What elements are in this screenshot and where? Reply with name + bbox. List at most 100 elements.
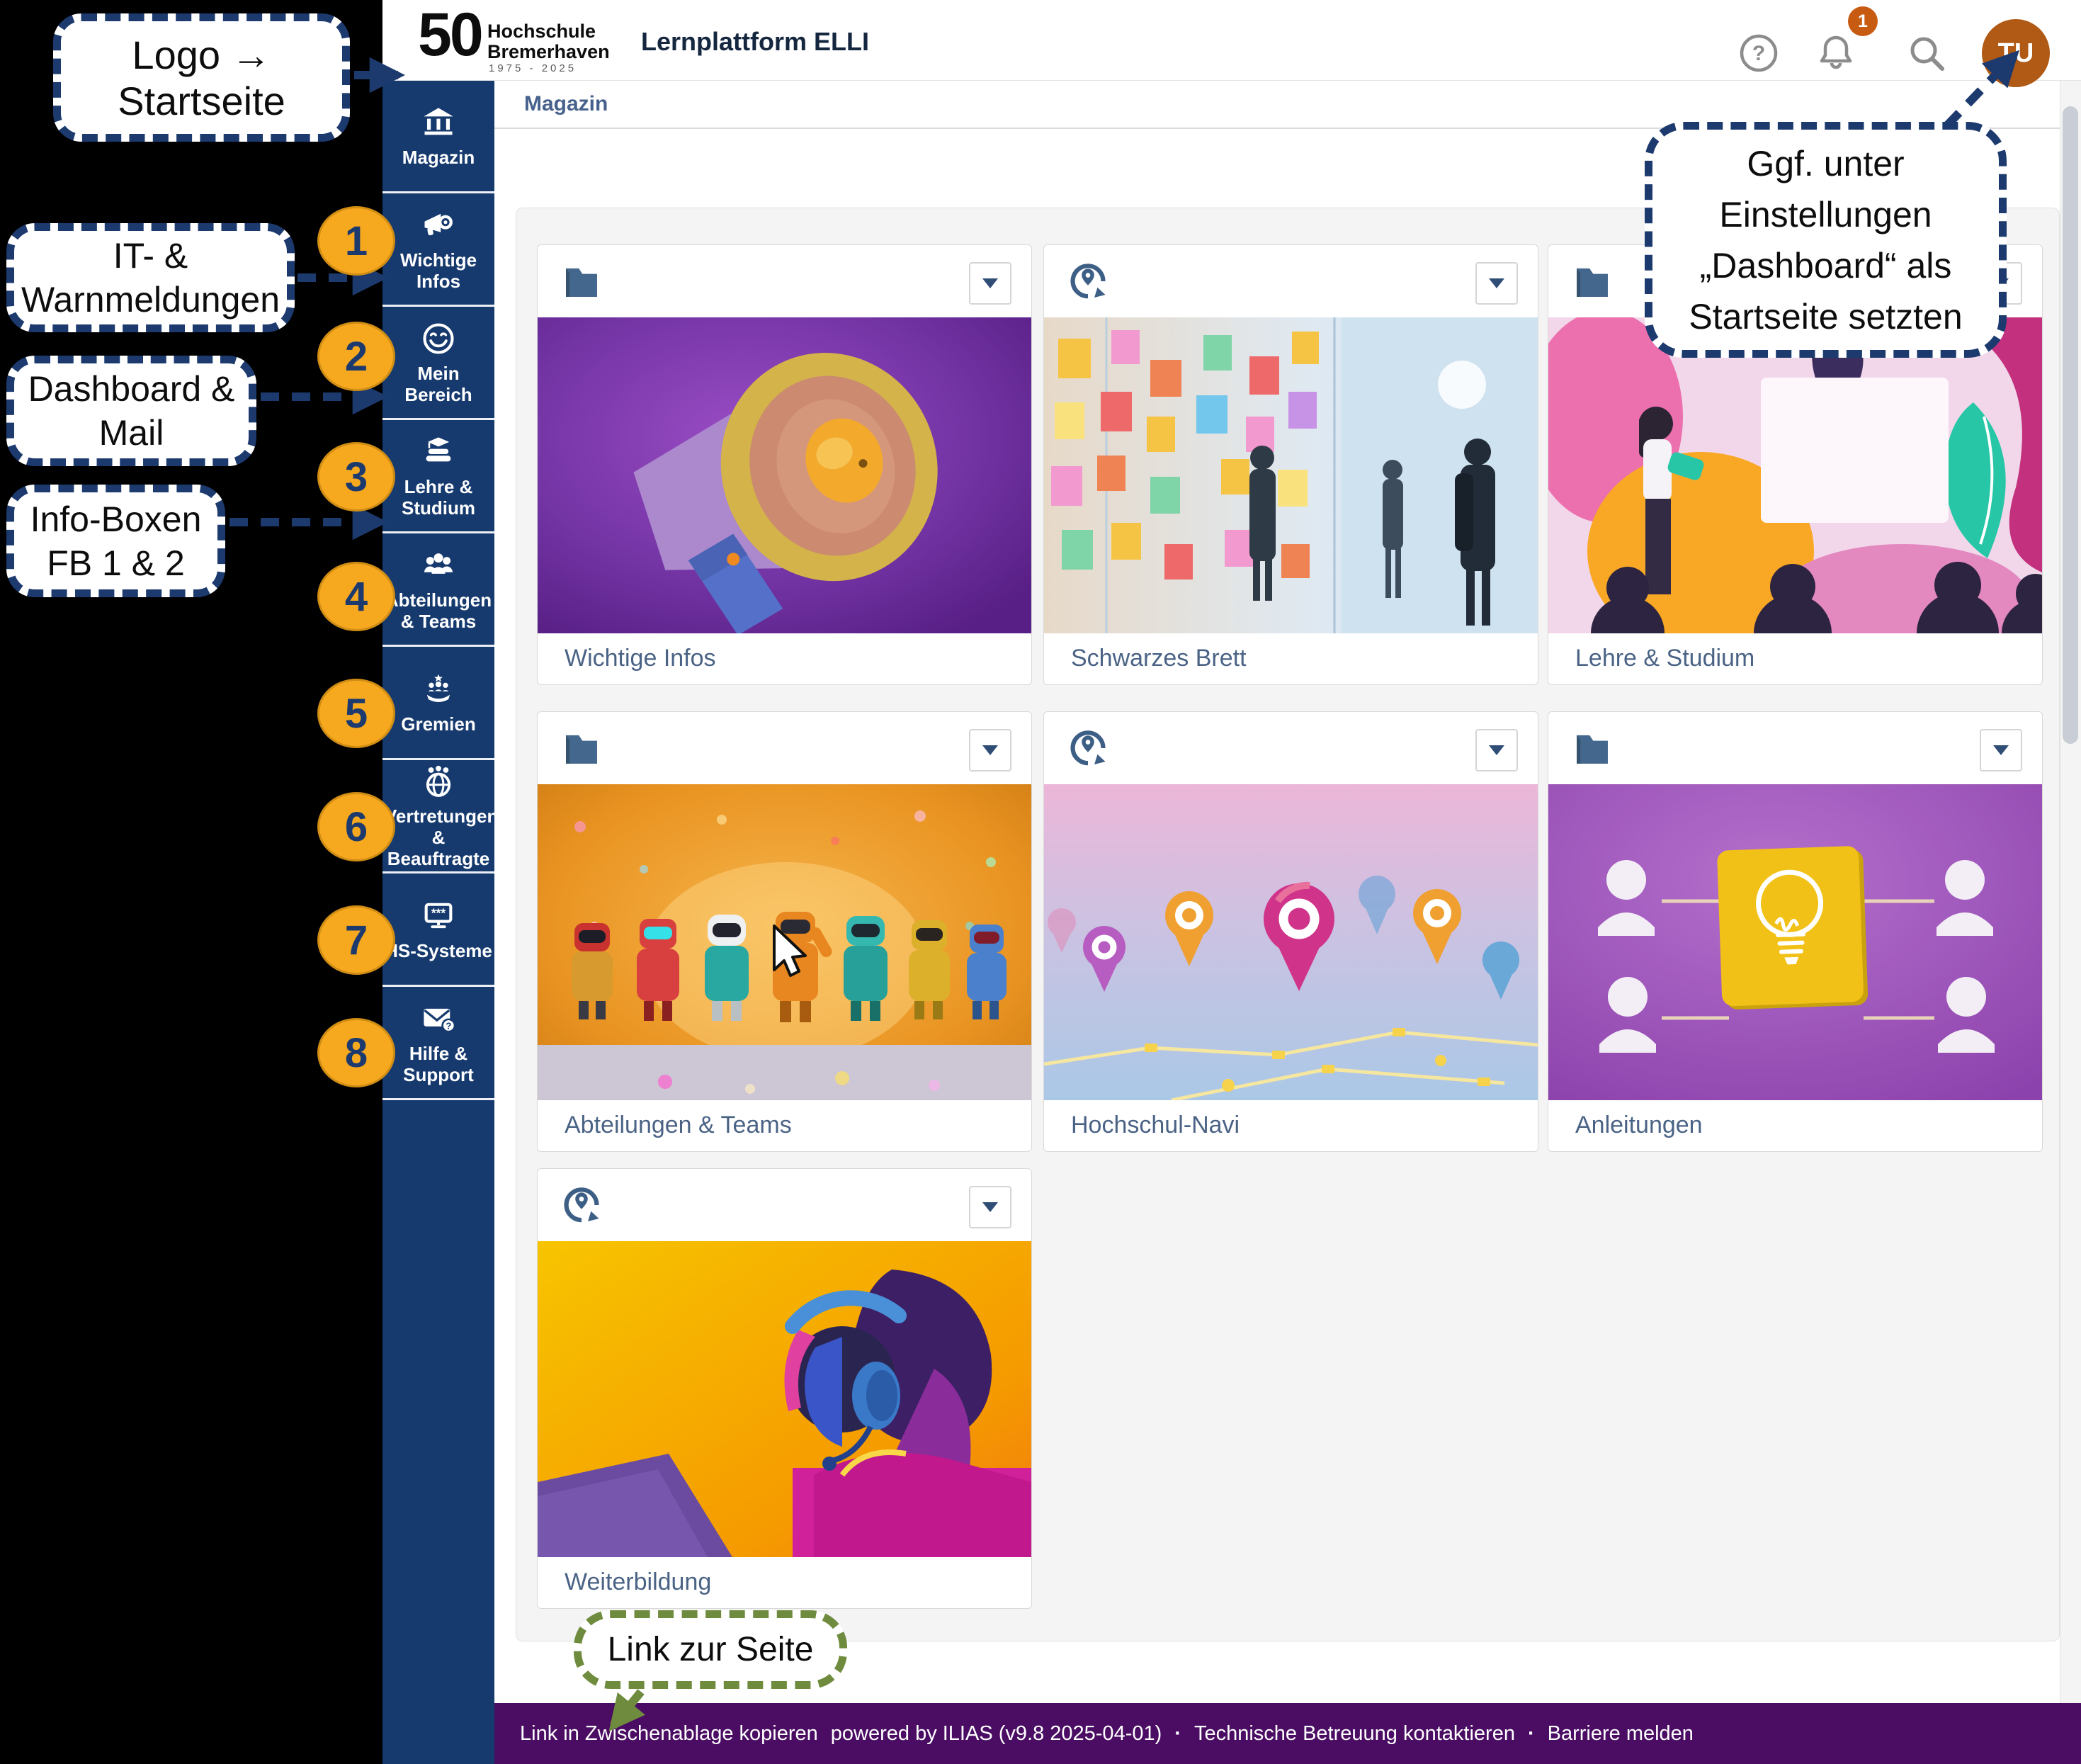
sidebar-item-lehre-studium[interactable]: Lehre & Studium (382, 420, 494, 533)
sidebar-item-label: Vertretungen & Beauftragte (385, 805, 492, 869)
annotation-number-8: 8 (317, 1018, 395, 1087)
card-abteilungen-teams: Abteilungen & Teams (537, 711, 1032, 1152)
card-image-megaphone[interactable] (538, 317, 1031, 633)
page-title: Lernplattform ELLI (641, 27, 869, 57)
chevron-down-icon (982, 278, 998, 288)
sidebar-item-label: Abteilungen & Teams (385, 589, 492, 632)
megaphone-icon (420, 207, 457, 244)
sidebar-item-wichtige-infos[interactable]: Wichtige Infos (382, 193, 494, 307)
card-actions-dropdown[interactable] (1475, 262, 1518, 305)
annotation-number-2: 2 (317, 322, 395, 391)
tutorial-screenshot: 50 Hochschule Bremerhaven 1975 - 2025 Le… (0, 0, 2081, 1764)
annotation-number-5: 5 (317, 679, 395, 748)
card-weiterbildung: Weiterbildung (537, 1168, 1032, 1609)
link-icon (1065, 726, 1111, 770)
svg-text:***: *** (431, 905, 446, 920)
bank-icon (420, 104, 457, 141)
card-title-link[interactable]: Schwarzes Brett (1071, 645, 1247, 672)
footer-link-barrier[interactable]: Barriere melden (1548, 1722, 1694, 1746)
footer-link-copy[interactable]: Link in Zwischenablage kopieren (520, 1722, 818, 1746)
footer-link-ilias[interactable]: powered by ILIAS (v9.8 2025-04-01) (831, 1722, 1162, 1746)
card-actions-dropdown[interactable] (969, 729, 1011, 771)
link-icon (1065, 259, 1111, 303)
card-wichtige-infos: Wichtige Infos (537, 244, 1032, 685)
card-anleitungen: Anleitungen (1548, 711, 2043, 1152)
folder-icon (1570, 259, 1615, 303)
card-actions-dropdown[interactable] (1980, 729, 2022, 771)
sidebar-item-label: Lehre & Studium (385, 476, 492, 519)
card-image-lightbulb[interactable] (1548, 784, 2042, 1100)
logo-years: 1975 - 2025 (489, 62, 577, 74)
card-title-link[interactable]: Weiterbildung (565, 1568, 711, 1596)
books-icon (420, 434, 457, 470)
card-actions-dropdown[interactable] (1475, 729, 1518, 771)
card-actions-dropdown[interactable] (969, 262, 1011, 305)
avatar[interactable]: TU (1982, 19, 2050, 87)
svg-text:?: ? (446, 1020, 451, 1031)
card-title-link[interactable]: Wichtige Infos (565, 645, 716, 672)
annotation-number-3: 3 (317, 442, 395, 511)
annotation-callout-settings: Ggf. unter Einstellungen „Dashboard“ als… (1645, 122, 2007, 358)
chevron-down-icon (982, 1202, 998, 1212)
annotation-callout-it-warnmeldungen: IT- & Warnmeldungen (6, 223, 295, 332)
card-title-link[interactable]: Hochschul-Navi (1071, 1112, 1240, 1139)
logo-50: 50 (418, 4, 482, 65)
sidebar-item-gremien[interactable]: Gremien (382, 647, 494, 760)
sidebar-item-magazin[interactable]: Magazin (382, 80, 494, 193)
folder-icon (559, 726, 604, 770)
logo-name-line1: Hochschule (487, 21, 610, 42)
app-header: 50 Hochschule Bremerhaven 1975 - 2025 Le… (382, 0, 2081, 81)
sidebar-item-label: Hilfe & Support (385, 1043, 492, 1085)
annotation-number-7: 7 (317, 905, 395, 975)
footer: Link in Zwischenablage kopieren powered … (494, 1703, 2081, 1764)
svg-text:?: ? (1752, 42, 1765, 65)
sidebar-item-label: Gremien (385, 713, 492, 735)
monitor-icon: *** (420, 898, 457, 934)
card-hochschul-navi: Hochschul-Navi (1043, 711, 1538, 1152)
folder-icon (559, 259, 604, 303)
card-image-presentation[interactable] (1548, 317, 2042, 633)
sidebar-item-abteilungen-teams[interactable]: Abteilungen & Teams (382, 533, 494, 647)
footer-separator: · (1528, 1722, 1535, 1746)
scrollbar-thumb[interactable] (2063, 106, 2078, 744)
notification-badge: 1 (1848, 6, 1878, 36)
logo-name-line2: Bremerhaven (487, 42, 610, 62)
search-icon[interactable] (1907, 33, 1946, 73)
card-image-robots[interactable] (538, 784, 1031, 1100)
sidebar-item-label: Wichtige Infos (385, 249, 492, 292)
card-schwarzes-brett: Schwarzes Brett (1043, 244, 1538, 685)
annotation-number-1: 1 (317, 206, 395, 276)
mail-question-icon: ? (420, 1000, 457, 1037)
card-actions-dropdown[interactable] (969, 1186, 1011, 1228)
link-icon (559, 1183, 604, 1227)
card-image-headset[interactable] (538, 1241, 1031, 1557)
card-title-link[interactable]: Abteilungen & Teams (565, 1112, 792, 1139)
annotation-number-4: 4 (317, 562, 395, 631)
annotation-callout-link-zur-seite: Link zur Seite (574, 1610, 847, 1689)
committee-icon (420, 671, 457, 708)
help-icon[interactable]: ? (1739, 33, 1779, 73)
smiley-icon (420, 320, 457, 357)
chevron-down-icon (1489, 278, 1504, 288)
sidebar-item-mein-bereich[interactable]: Mein Bereich (382, 307, 494, 420)
sidebar-item-label: Magazin (385, 147, 492, 168)
card-image-map-pins[interactable] (1044, 784, 1538, 1100)
sidebar-item-hs-systeme[interactable]: *** HS-Systeme (382, 873, 494, 987)
breadcrumb-magazin[interactable]: Magazin (524, 92, 608, 116)
footer-separator: · (1174, 1722, 1181, 1746)
annotation-callout-logo: Logo → Startseite (53, 13, 350, 142)
card-title-link[interactable]: Anleitungen (1575, 1112, 1703, 1139)
chevron-down-icon (982, 745, 998, 755)
sidebar-item-label: HS-Systeme (385, 940, 492, 961)
sidebar-item-vertretungen-beauftragte[interactable]: Vertretungen & Beauftragte (382, 760, 494, 873)
footer-link-support[interactable]: Technische Betreuung kontaktieren (1194, 1722, 1515, 1746)
chevron-down-icon (1993, 745, 2009, 755)
sidebar-item-hilfe-support[interactable]: ? Hilfe & Support (382, 987, 494, 1100)
chevron-down-icon (1489, 745, 1504, 755)
annotation-callout-dashboard-mail: Dashboard & Mail (6, 356, 256, 466)
annotation-callout-infoboxen: Info-Boxen FB 1 & 2 (6, 485, 225, 597)
card-image-sticky-notes[interactable] (1044, 317, 1538, 633)
card-title-link[interactable]: Lehre & Studium (1575, 645, 1754, 672)
bell-icon[interactable] (1816, 33, 1856, 73)
people-group-icon (420, 547, 457, 584)
